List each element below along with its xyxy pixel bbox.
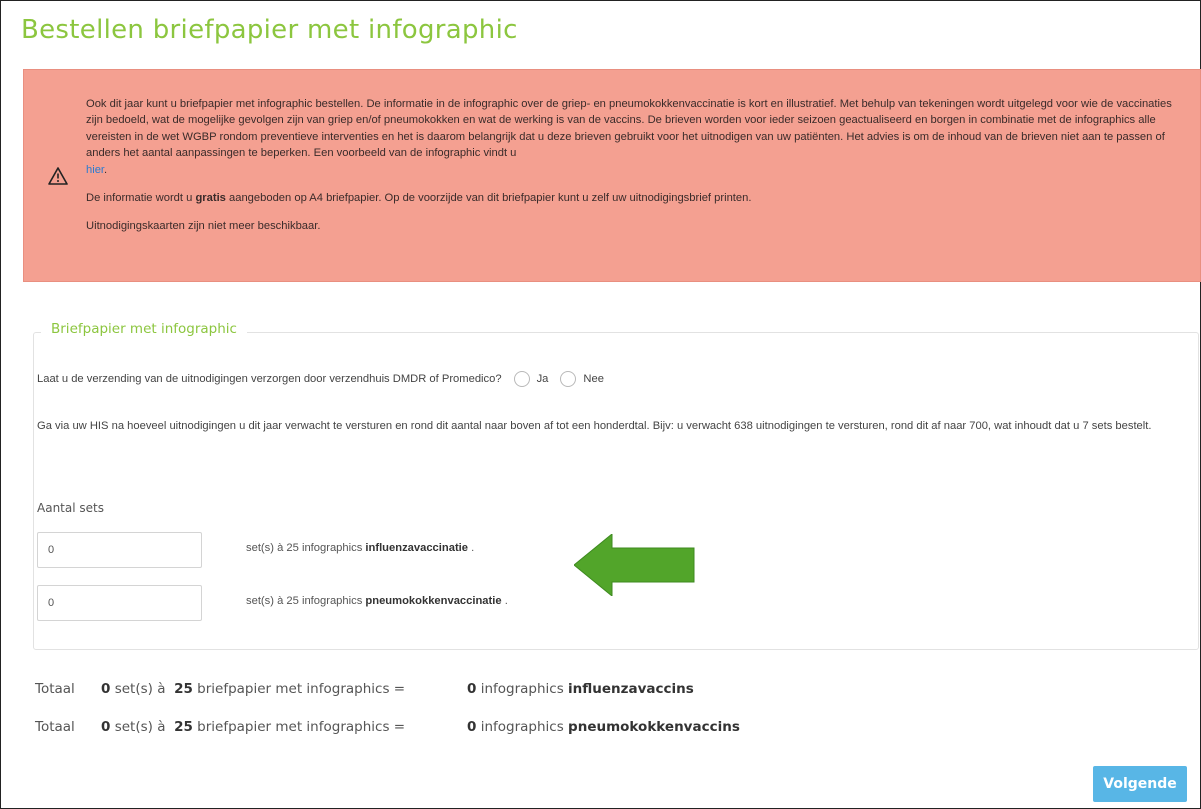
info-alert: Ook dit jaar kunt u briefpapier met info… bbox=[23, 69, 1201, 282]
radio-yes[interactable] bbox=[513, 371, 530, 387]
radio-no[interactable] bbox=[560, 371, 577, 387]
influenza-sets-input[interactable] bbox=[37, 532, 202, 568]
alert-paragraph-1: Ook dit jaar kunt u briefpapier met info… bbox=[86, 98, 1172, 176]
shipping-question: Laat u de verzending van de uitnodiginge… bbox=[37, 371, 604, 387]
sets-label: Aantal sets bbox=[37, 501, 104, 515]
alert-paragraph-3: Uitnodigingskaarten zijn niet meer besch… bbox=[86, 220, 321, 233]
page-title: Bestellen briefpapier met infographic bbox=[21, 15, 518, 45]
radio-yes-label[interactable]: Ja bbox=[537, 373, 549, 385]
shipping-question-label: Laat u de verzending van de uitnodiginge… bbox=[37, 373, 502, 385]
influenza-sets-text: set(s) à 25 infographics influenzavaccin… bbox=[246, 542, 475, 554]
alert-paragraph-2: De informatie wordt u gratis aangeboden … bbox=[86, 192, 752, 205]
fieldset-legend: Briefpapier met infographic bbox=[41, 321, 247, 337]
pneumococcal-sets-input[interactable] bbox=[37, 585, 202, 621]
warning-icon bbox=[48, 166, 68, 186]
example-link[interactable]: hier bbox=[86, 164, 104, 176]
pneumococcal-sets-text: set(s) à 25 infographics pneumokokkenvac… bbox=[246, 595, 508, 607]
alert-text: Ook dit jaar kunt u briefpapier met info… bbox=[86, 96, 1186, 247]
next-button[interactable]: Volgende bbox=[1093, 766, 1187, 802]
green-arrow-icon bbox=[574, 534, 695, 596]
help-text: Ga via uw HIS na hoeveel uitnodigingen u… bbox=[37, 420, 1152, 432]
radio-no-label[interactable]: Nee bbox=[583, 373, 604, 385]
